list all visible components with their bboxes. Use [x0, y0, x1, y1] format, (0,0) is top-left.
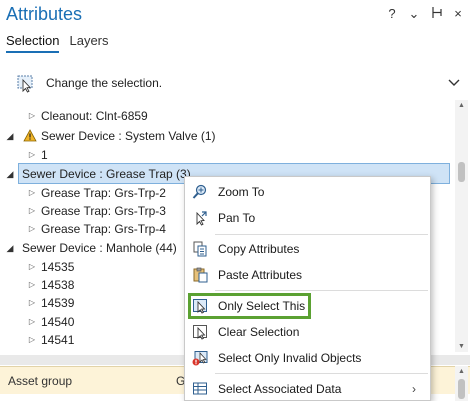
tree-row-label: Grease Trap: Grs-Trp-4 [41, 222, 166, 236]
zoom-to-icon [192, 184, 209, 200]
options-menu-icon[interactable]: ⌄ [408, 7, 420, 21]
highlight-box [188, 293, 311, 319]
clear-selection-icon [192, 324, 209, 340]
menu-item-select-associated-data[interactable]: Select Associated Data › [185, 378, 430, 400]
context-menu: Zoom To Pan To Copy Attributes Paste Att… [184, 176, 431, 401]
tree-row-label: 1 [41, 148, 48, 162]
tree-row-label: Sewer Device : Manhole (44) [22, 241, 177, 255]
copy-icon [192, 241, 209, 257]
expand-arrow-icon[interactable]: ▷ [27, 294, 37, 312]
menu-item-paste-attributes[interactable]: Paste Attributes [185, 264, 430, 286]
menu-item-label: Clear Selection [218, 325, 300, 339]
pane-title: Attributes [6, 4, 83, 24]
menu-item-pan-to[interactable]: Pan To [185, 207, 430, 229]
paste-icon [192, 267, 209, 283]
expand-arrow-icon[interactable]: ▷ [27, 258, 37, 276]
tab-strip: Selection Layers [6, 33, 109, 53]
change-selection-row[interactable]: Change the selection. [6, 68, 464, 98]
attributes-pane: Attributes ? ⌄ × Selection Layers Change… [0, 0, 470, 401]
expand-arrow-icon[interactable]: ▷ [27, 313, 37, 331]
tree-row-label: 14535 [41, 260, 75, 274]
change-selection-label: Change the selection. [46, 76, 163, 90]
collapse-arrow-icon[interactable]: ◢ [5, 165, 15, 183]
menu-separator [215, 290, 428, 291]
tree-row-label: 14541 [41, 333, 75, 347]
help-icon[interactable]: ? [386, 7, 398, 21]
expand-arrow-icon[interactable]: ▷ [27, 202, 37, 220]
menu-item-label: Select Associated Data [218, 382, 342, 396]
scroll-down-icon[interactable]: ▼ [458, 343, 465, 350]
attribute-field-label: Asset group [8, 374, 73, 388]
close-icon[interactable]: × [452, 7, 464, 21]
menu-separator [215, 373, 428, 374]
tab-selection[interactable]: Selection [6, 33, 60, 53]
scroll-up-icon[interactable]: ▲ [458, 368, 465, 375]
menu-item-label: Paste Attributes [218, 268, 303, 282]
menu-item-copy-attributes[interactable]: Copy Attributes [185, 238, 430, 260]
expand-arrow-icon[interactable]: ▷ [27, 146, 37, 164]
scrollbar-thumb[interactable] [458, 379, 465, 399]
scroll-up-icon[interactable]: ▲ [458, 102, 465, 109]
menu-item-label: Copy Attributes [218, 242, 300, 256]
expand-arrow-icon[interactable]: ▷ [27, 220, 37, 238]
associated-data-icon [192, 381, 209, 397]
tree-row-label: 14539 [41, 296, 75, 310]
submenu-arrow-icon: › [412, 382, 416, 396]
select-by-rectangle-icon [15, 73, 35, 93]
collapse-arrow-icon[interactable]: ◢ [5, 127, 15, 145]
tree-row-label: Sewer Device : Grease Trap (3) [22, 167, 191, 181]
expand-arrow-icon[interactable]: ▷ [27, 184, 37, 202]
expand-arrow-icon[interactable]: ▷ [27, 276, 37, 294]
tree-row-label: 14540 [41, 315, 75, 329]
menu-item-label: Zoom To [218, 185, 265, 199]
collapse-arrow-icon[interactable]: ◢ [5, 239, 15, 257]
menu-item-zoom-to[interactable]: Zoom To [185, 181, 430, 203]
pan-to-icon [192, 210, 209, 226]
tree-row-label: Grease Trap: Grs-Trp-2 [41, 186, 166, 200]
attribute-scrollbar[interactable]: ▲ [455, 366, 468, 401]
invalid-objects-icon [192, 350, 209, 366]
expand-arrow-icon[interactable]: ▷ [27, 331, 37, 349]
menu-item-label: Select Only Invalid Objects [218, 351, 362, 365]
menu-item-label: Pan To [218, 211, 256, 225]
tree-row-label: 14538 [41, 278, 75, 292]
menu-item-clear-selection[interactable]: Clear Selection [185, 321, 430, 343]
auto-hide-icon[interactable] [430, 6, 442, 22]
chevron-down-icon[interactable] [448, 74, 460, 90]
warning-icon [23, 129, 37, 142]
menu-item-select-only-invalid[interactable]: Select Only Invalid Objects [185, 347, 430, 369]
tree-scrollbar[interactable]: ▲ ▼ [455, 100, 468, 352]
tree-row-label: Sewer Device : System Valve (1) [41, 129, 216, 143]
tab-layers[interactable]: Layers [69, 33, 108, 53]
tree-row-label: Grease Trap: Grs-Trp-3 [41, 204, 166, 218]
expand-arrow-icon[interactable]: ▷ [27, 107, 37, 125]
tree-row-label: Cleanout: Clnt-6859 [41, 109, 148, 123]
scrollbar-thumb[interactable] [458, 162, 465, 182]
menu-separator [215, 234, 428, 235]
pane-title-controls: ? ⌄ × [386, 6, 464, 22]
